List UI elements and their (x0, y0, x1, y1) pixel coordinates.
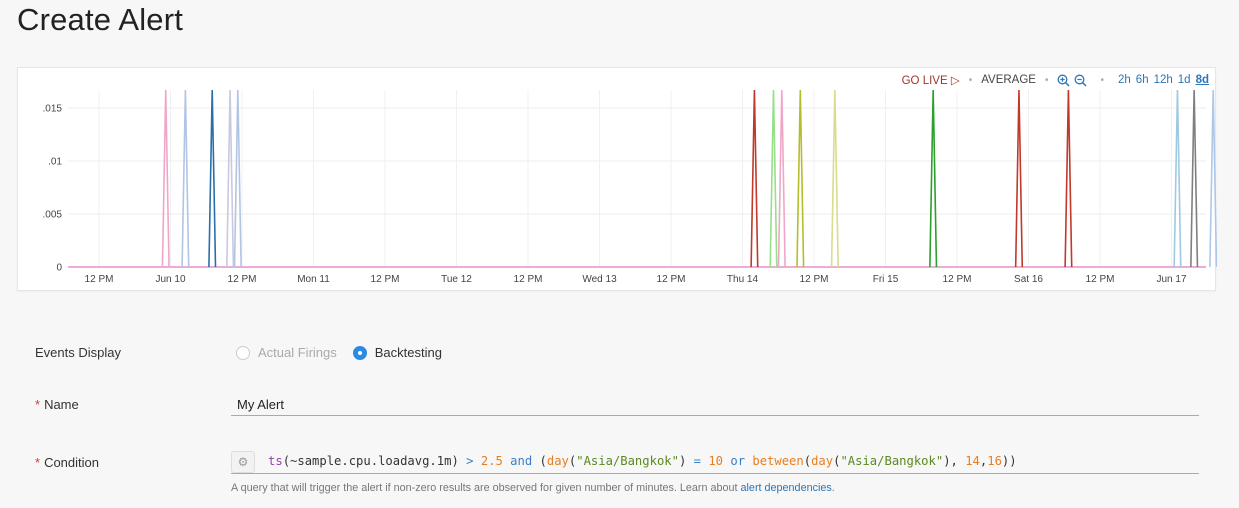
chart-toolbar: GO LIVE ▷ • AVERAGE • • 2h 6h 12h 1d 8d (902, 73, 1209, 87)
name-label: * Name (35, 397, 79, 412)
query-token: )) (1001, 454, 1017, 468)
series-spike (750, 89, 759, 268)
series-spike (1173, 89, 1182, 268)
required-asterisk: * (35, 397, 41, 412)
x-tick-label: Thu 14 (727, 274, 759, 285)
x-tick-label: Sat 16 (1014, 274, 1043, 285)
average-button[interactable]: AVERAGE (981, 74, 1036, 86)
play-triangle-icon: ▷ (950, 75, 960, 87)
query-token: (~sample.cpu.loadavg.1m) (282, 454, 467, 468)
condition-query-text[interactable]: ts(~sample.cpu.loadavg.1m) > 2.5 and (da… (268, 454, 1017, 468)
zoom-in-icon[interactable] (1057, 74, 1071, 87)
x-tick-label: 12 PM (943, 274, 972, 285)
x-tick-label: 12 PM (228, 274, 257, 285)
query-token: or (730, 454, 753, 468)
series-spike (796, 89, 805, 268)
x-tick-label: 12 PM (657, 274, 686, 285)
series-spike (208, 89, 217, 268)
series-spike (1209, 89, 1217, 268)
y-tick-label: .01 (48, 157, 62, 168)
series-spike (1190, 89, 1199, 268)
series-spike (1014, 89, 1024, 268)
backtest-chart: .015 .01 .005 0 12 PM Jun 10 12 PM Mon 11 12 PM T… (43, 89, 1217, 285)
condition-input[interactable]: ⚙ ts(~sample.cpu.loadavg.1m) > 2.5 and (… (231, 450, 1199, 474)
query-token: ( (539, 454, 547, 468)
y-tick-label: .005 (43, 210, 63, 221)
name-input[interactable] (231, 394, 1199, 416)
condition-label-text: Condition (44, 455, 99, 470)
query-token: ) (678, 454, 694, 468)
x-tick-label: 12 PM (371, 274, 400, 285)
query-token: 14 (965, 454, 980, 468)
query-token: "Asia/Bangkok" (840, 454, 944, 468)
name-label-text: Name (44, 397, 79, 412)
query-token: ), (943, 454, 966, 468)
condition-label: * Condition (35, 455, 99, 470)
toolbar-separator: • (1100, 74, 1104, 86)
x-tick-label: Mon 11 (297, 274, 330, 285)
x-tick-label: Tue 12 (441, 274, 472, 285)
x-tick-label: 12 PM (85, 274, 114, 285)
backtesting-label: Backtesting (374, 345, 442, 360)
query-token: day (546, 454, 569, 468)
x-tick-label: 12 PM (1086, 274, 1115, 285)
range-12h[interactable]: 12h (1154, 74, 1173, 86)
query-token: and (510, 454, 540, 468)
actual-firings-label: Actual Firings (258, 345, 337, 360)
go-live-button[interactable]: GO LIVE ▷ (902, 73, 960, 87)
backtesting-radio[interactable] (352, 345, 367, 360)
query-token: ( (803, 454, 812, 468)
x-tick-label: 12 PM (800, 274, 829, 285)
x-tick-label: Wed 13 (582, 274, 617, 285)
toolbar-separator: • (968, 74, 973, 86)
query-token: "Asia/Bangkok" (576, 454, 679, 468)
series-spike (233, 89, 242, 268)
condition-hint: A query that will trigger the alert if n… (231, 482, 835, 494)
create-alert-page: Create Alert .015 .01 .005 0 12 PM Jun 10 12 P… (0, 0, 1239, 508)
query-token: day (811, 454, 834, 468)
query-token: ts (268, 454, 283, 468)
query-token: 2.5 (480, 454, 511, 468)
x-tick-label: Jun 10 (155, 274, 185, 285)
condition-hint-text: A query that will trigger the alert if n… (231, 482, 741, 494)
events-display-radio-group: Actual Firings Backtesting (236, 345, 442, 360)
query-token: between (752, 454, 804, 468)
go-live-label: GO LIVE (901, 75, 948, 87)
alert-dependencies-link[interactable]: alert dependencies (741, 482, 832, 494)
series-spike (1064, 89, 1073, 268)
page-title: Create Alert (17, 2, 184, 37)
series-spike (225, 89, 235, 268)
chart-panel: .015 .01 .005 0 12 PM Jun 10 12 PM Mon 11 12 PM T… (17, 67, 1217, 291)
x-tick-label: Fri 15 (873, 274, 899, 285)
y-tick-label: 0 (56, 263, 62, 274)
range-2h[interactable]: 2h (1118, 74, 1131, 86)
query-token: > (466, 454, 481, 468)
query-token: = (693, 454, 709, 468)
actual-firings-radio[interactable] (236, 345, 250, 360)
query-token: 10 (708, 454, 731, 468)
zoom-out-icon[interactable] (1074, 74, 1088, 87)
range-6h[interactable]: 6h (1136, 74, 1149, 86)
required-asterisk: * (35, 455, 41, 470)
range-1d[interactable]: 1d (1178, 74, 1191, 86)
condition-hint-end: . (831, 482, 835, 494)
series-spike (181, 89, 190, 268)
gear-icon[interactable]: ⚙ (231, 451, 255, 473)
query-token: 16 (987, 454, 1002, 468)
series-spike (830, 89, 839, 268)
range-8d[interactable]: 8d (1196, 74, 1209, 86)
x-tick-label: Jun 17 (1156, 274, 1186, 285)
y-tick-label: .015 (43, 104, 63, 115)
series-spike (161, 89, 170, 268)
series-spike (769, 89, 778, 268)
series-spike (929, 89, 938, 268)
events-display-label: Events Display (35, 345, 121, 360)
x-tick-label: 12 PM (514, 274, 543, 285)
series-spike (777, 89, 786, 268)
toolbar-separator: • (1044, 74, 1049, 86)
